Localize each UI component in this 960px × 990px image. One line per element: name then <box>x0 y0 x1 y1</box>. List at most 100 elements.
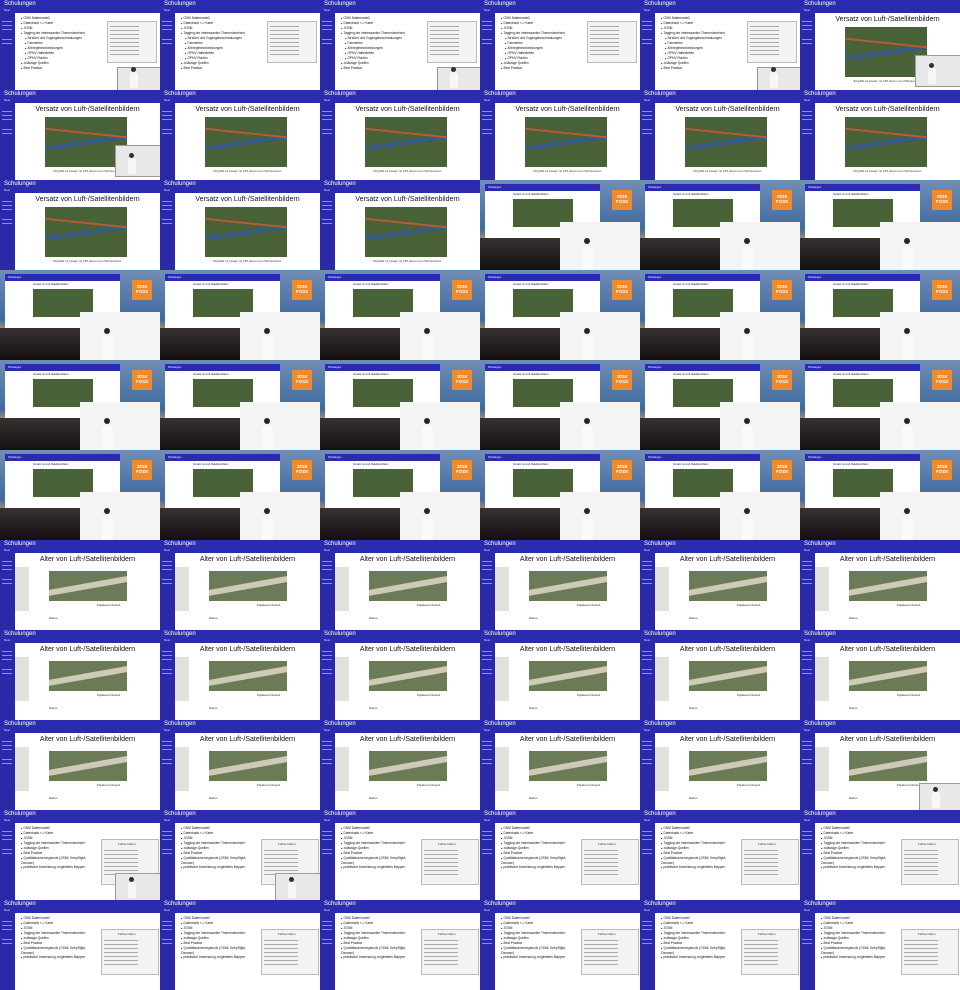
venue-foreground <box>0 508 80 540</box>
sidebar-line <box>482 831 492 832</box>
video-thumbnail[interactable]: Schulungen Beat Alter von Luft-/Satelliten… <box>160 630 320 720</box>
video-thumbnail[interactable]: Schulungen Beat Versatz von Luft-/Satellit… <box>640 90 800 180</box>
video-thumbnail[interactable]: Schulungen Versatz von Luft-/Satellitenbi… <box>800 360 960 450</box>
river <box>849 665 927 687</box>
screenshot-title: Fehler finden <box>598 932 616 936</box>
video-thumbnail[interactable]: Schulungen Beat Versatz von Luft-/Satellit… <box>480 90 640 180</box>
video-thumbnail[interactable]: Schulungen Versatz von Luft-/Satellitenbi… <box>0 360 160 450</box>
video-thumbnail[interactable]: Schulungen Beat Versatz von Luft-/Satellit… <box>160 90 320 180</box>
slide-header: Schulungen Beat <box>160 720 320 733</box>
video-thumbnail[interactable]: Schulungen Versatz von Luft-/Satellitenbi… <box>320 450 480 540</box>
video-thumbnail[interactable]: Schulungen Beat Alter von Luft-/Satelliten… <box>320 540 480 630</box>
label-mapbox: Mapbox <box>849 617 858 620</box>
label-digitalisiert: Digitalisierter Bestand <box>417 784 441 787</box>
video-thumbnail[interactable]: SchulungenBeat OSM DatenmodellDatenbank <… <box>0 900 160 990</box>
video-thumbnail[interactable]: Schulungen Versatz von Luft-/Satellitenbi… <box>480 360 640 450</box>
sidebar-line <box>322 115 332 116</box>
video-thumbnail[interactable]: Schulungen Versatz von Luft-/Satellitenbi… <box>0 270 160 360</box>
screenshot <box>107 21 157 63</box>
projected-slide-header: Schulungen <box>165 364 280 371</box>
gps-track <box>685 127 767 139</box>
video-thumbnail[interactable]: Schulungen Versatz von Luft-/Satellitenbi… <box>640 270 800 360</box>
slide-header-subtitle: Beat <box>484 728 491 732</box>
video-thumbnail[interactable]: Schulungen Beat Versatz von Luft-/Satellit… <box>160 180 320 270</box>
screenshot-line <box>430 34 459 35</box>
gps-track <box>205 127 287 139</box>
speaker-head <box>289 877 294 882</box>
slide-sidebar <box>480 913 495 990</box>
video-thumbnail[interactable]: Schulungen Versatz von Luft-/Satellitenbi… <box>160 360 320 450</box>
video-thumbnail[interactable]: Schulungen Beat Alter von Luft-/Satelliten… <box>320 630 480 720</box>
video-thumbnail[interactable]: SchulungenBeat OSM DatenmodellDatenbank <… <box>320 900 480 990</box>
video-thumbnail[interactable]: SchulungenBeat OSM DatenmodellDatenbank <… <box>480 810 640 900</box>
sidebar-line <box>2 759 12 760</box>
sidebar-line <box>482 839 492 840</box>
video-thumbnail[interactable]: Schulungen Versatz von Luft-/Satellitenbi… <box>800 270 960 360</box>
video-thumbnail[interactable]: SchulungenBeat OSM DatenmodellDatenbank <… <box>0 810 160 900</box>
video-thumbnail[interactable]: SchulungenBeat OSM DatenmodellDatenbank <… <box>320 0 480 90</box>
video-thumbnail[interactable]: Schulungen Versatz von Luft-/Satellitenbi… <box>160 270 320 360</box>
video-thumbnail[interactable]: Schulungen Versatz von Luft-/Satellitenbi… <box>320 360 480 450</box>
speaker <box>102 516 113 540</box>
video-thumbnail[interactable]: Schulungen Beat Alter von Luft-/Satelliten… <box>0 720 160 810</box>
video-thumbnail[interactable]: Schulungen Beat Alter von Luft-/Satelliten… <box>0 540 160 630</box>
speaker-head <box>104 328 110 334</box>
screenshot-line <box>584 944 618 945</box>
video-thumbnail[interactable]: Schulungen Beat Alter von Luft-/Satelliten… <box>480 540 640 630</box>
video-thumbnail[interactable]: Schulungen Versatz von Luft-/Satellitenbi… <box>320 270 480 360</box>
video-thumbnail[interactable]: SchulungenBeat OSM DatenmodellDatenbank <… <box>0 0 160 90</box>
video-thumbnail[interactable]: Schulungen Versatz von Luft-/Satellitenbi… <box>640 360 800 450</box>
gps-track <box>365 217 447 229</box>
conference-logo: 2019 FOSS <box>772 460 792 480</box>
video-thumbnail[interactable]: SchulungenBeat OSM DatenmodellDatenbank <… <box>480 0 640 90</box>
video-thumbnail[interactable]: SchulungenBeat OSM DatenmodellDatenbank <… <box>480 900 640 990</box>
sidebar-line <box>322 25 332 26</box>
label-digitalisiert: Digitalisierter Bestand <box>257 694 281 697</box>
video-thumbnail[interactable]: Schulungen Versatz von Luft-/Satellitenbi… <box>800 450 960 540</box>
label-digitalisiert: Digitalisierter Bestand <box>897 784 921 787</box>
video-thumbnail[interactable]: Schulungen Versatz von Luft-/Satellitenbi… <box>480 180 640 270</box>
video-thumbnail[interactable]: Schulungen Versatz von Luft-/Satellitenbi… <box>0 450 160 540</box>
screenshot-line <box>590 34 619 35</box>
video-thumbnail[interactable]: Schulungen Versatz von Luft-/Satellitenbi… <box>160 450 320 540</box>
video-thumbnail[interactable]: SchulungenBeat OSM DatenmodellDatenbank <… <box>640 900 800 990</box>
video-thumbnail[interactable]: Schulungen Beat Alter von Luft-/Satelliten… <box>800 720 960 810</box>
video-thumbnail[interactable]: SchulungenBeat OSM DatenmodellDatenbank <… <box>160 810 320 900</box>
video-thumbnail[interactable]: Schulungen Beat Alter von Luft-/Satelliten… <box>640 630 800 720</box>
video-thumbnail[interactable]: Schulungen Versatz von Luft-/Satellitenbi… <box>480 450 640 540</box>
video-thumbnail[interactable]: SchulungenBeat OSM DatenmodellDatenbank <… <box>640 810 800 900</box>
video-thumbnail[interactable]: Schulungen Beat Alter von Luft-/Satelliten… <box>480 720 640 810</box>
video-thumbnail[interactable]: SchulungenBeat OSM DatenmodellDatenbank <… <box>800 900 960 990</box>
screenshot-line <box>584 874 618 875</box>
video-thumbnail[interactable]: Schulungen Beat Versatz von Luft-/Satellit… <box>800 0 960 90</box>
video-thumbnail[interactable]: Schulungen Versatz von Luft-/Satellitenbi… <box>480 270 640 360</box>
video-thumbnail[interactable]: SchulungenBeat OSM DatenmodellDatenbank <… <box>320 810 480 900</box>
video-thumbnail[interactable]: Schulungen Beat Versatz von Luft-/Satellit… <box>320 90 480 180</box>
screenshot-line <box>744 850 778 851</box>
video-thumbnail[interactable]: Schulungen Beat Versatz von Luft-/Satellit… <box>0 90 160 180</box>
video-thumbnail[interactable]: SchulungenBeat OSM DatenmodellDatenbank <… <box>160 0 320 90</box>
video-thumbnail[interactable]: Schulungen Versatz von Luft-/Satellitenbi… <box>800 180 960 270</box>
video-thumbnail[interactable]: Schulungen Beat Alter von Luft-/Satelliten… <box>800 540 960 630</box>
slide-sidebar <box>0 553 15 630</box>
video-thumbnail[interactable]: SchulungenBeat OSM DatenmodellDatenbank <… <box>160 900 320 990</box>
screenshot-line <box>744 858 778 859</box>
slide-header-title: Schulungen <box>804 1 836 7</box>
slide-header-subtitle: Beat <box>164 98 171 102</box>
video-thumbnail[interactable]: Schulungen Versatz von Luft-/Satellitenbi… <box>640 180 800 270</box>
video-thumbnail[interactable]: Schulungen Versatz von Luft-/Satellitenbi… <box>640 450 800 540</box>
video-thumbnail[interactable]: Schulungen Beat Versatz von Luft-/Satellit… <box>0 180 160 270</box>
video-thumbnail[interactable]: Schulungen Beat Alter von Luft-/Satelliten… <box>0 630 160 720</box>
sidebar-line <box>322 223 332 224</box>
video-thumbnail[interactable]: Schulungen Beat Alter von Luft-/Satelliten… <box>800 630 960 720</box>
video-thumbnail[interactable]: Schulungen Beat Alter von Luft-/Satelliten… <box>640 720 800 810</box>
video-thumbnail[interactable]: Schulungen Beat Alter von Luft-/Satelliten… <box>160 720 320 810</box>
video-thumbnail[interactable]: Schulungen Beat Versatz von Luft-/Satellit… <box>320 180 480 270</box>
video-thumbnail[interactable]: Schulungen Beat Alter von Luft-/Satelliten… <box>320 720 480 810</box>
video-thumbnail[interactable]: Schulungen Beat Alter von Luft-/Satelliten… <box>480 630 640 720</box>
video-thumbnail[interactable]: Schulungen Beat Alter von Luft-/Satelliten… <box>160 540 320 630</box>
video-thumbnail[interactable]: Schulungen Beat Alter von Luft-/Satelliten… <box>640 540 800 630</box>
video-thumbnail[interactable]: SchulungenBeat OSM DatenmodellDatenbank <… <box>640 0 800 90</box>
video-thumbnail[interactable]: SchulungenBeat OSM DatenmodellDatenbank <… <box>800 810 960 900</box>
video-thumbnail[interactable]: Schulungen Beat Versatz von Luft-/Satellit… <box>800 90 960 180</box>
